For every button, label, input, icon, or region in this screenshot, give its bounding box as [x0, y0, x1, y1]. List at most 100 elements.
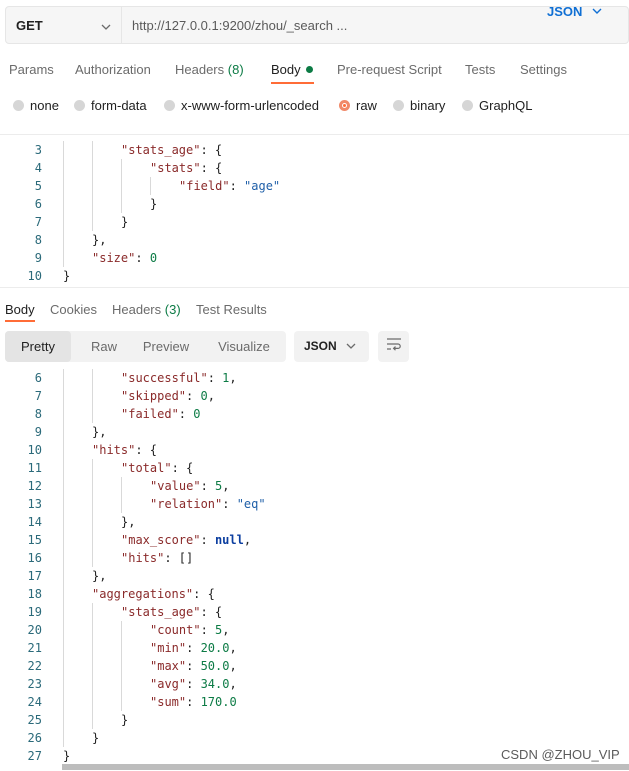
indent-guide	[92, 531, 93, 549]
view-visualize[interactable]: Visualize	[203, 331, 285, 362]
code-text: "max_score": null,	[121, 533, 252, 547]
code-line: 19 "stats_age": {	[0, 603, 629, 621]
indent-guide	[92, 477, 93, 495]
radio-raw[interactable]: raw	[339, 98, 377, 113]
line-number: 8	[34, 407, 42, 421]
tab-authorization[interactable]: Authorization	[75, 62, 151, 77]
code-text: "value": 5,	[150, 479, 230, 493]
code-text: "relation": "eq"	[150, 497, 266, 511]
line-number: 19	[27, 605, 42, 619]
code-line: 12 "value": 5,	[0, 477, 629, 495]
indent-guide	[63, 477, 64, 495]
tab-params[interactable]: Params	[9, 62, 54, 77]
code-line: 16 "hits": []	[0, 549, 629, 567]
indent-guide	[63, 177, 64, 195]
line-number: 13	[27, 497, 42, 511]
line-number: 9	[34, 425, 42, 439]
wrap-lines-icon	[386, 337, 402, 356]
code-line: 10}	[0, 267, 629, 285]
url-bar: GET http://127.0.0.1:9200/zhou/_search .…	[5, 6, 629, 44]
line-number: 27	[27, 749, 42, 763]
code-line: 21 "min": 20.0,	[0, 639, 629, 657]
code-line: 11 "total": {	[0, 459, 629, 477]
indent-guide	[92, 693, 93, 711]
tab-tests[interactable]: Tests	[465, 62, 495, 77]
indent-guide	[63, 675, 64, 693]
code-text: }	[121, 713, 129, 727]
indent-guide	[92, 603, 93, 621]
line-number: 18	[27, 587, 42, 601]
view-preview[interactable]: Preview	[135, 331, 197, 362]
code-text: },	[92, 569, 107, 583]
url-input[interactable]: http://127.0.0.1:9200/zhou/_search ...	[122, 18, 347, 33]
body-format-select[interactable]: JSON	[547, 4, 582, 19]
code-line: 7}	[0, 213, 629, 231]
view-raw[interactable]: Raw	[75, 331, 133, 362]
radio-graphql[interactable]: GraphQL	[462, 98, 532, 113]
indent-guide	[92, 159, 93, 177]
radio-none[interactable]: none	[13, 98, 59, 113]
indent-guide	[121, 177, 122, 195]
line-number: 8	[34, 233, 42, 247]
line-number: 3	[34, 143, 42, 157]
code-text: }	[63, 749, 71, 763]
indent-guide	[63, 603, 64, 621]
tab-settings[interactable]: Settings	[520, 62, 567, 77]
code-line: 5 "field": "age"	[0, 177, 629, 195]
code-text: "min": 20.0,	[150, 641, 237, 655]
horizontal-scrollbar[interactable]	[62, 764, 629, 770]
chevron-down-icon	[101, 18, 111, 33]
resp-headers-count: (3)	[164, 302, 181, 317]
indent-guide	[63, 639, 64, 657]
resp-tab-headers[interactable]: Headers (3)	[112, 302, 181, 317]
line-number: 16	[27, 551, 42, 565]
code-line: 7 "skipped": 0,	[0, 387, 629, 405]
code-text: "stats_age": {	[121, 605, 223, 619]
indent-guide	[63, 513, 64, 531]
indent-guide	[121, 621, 122, 639]
indent-guide	[92, 459, 93, 477]
tab-pre-request-script[interactable]: Pre-request Script	[337, 62, 442, 77]
indent-guide	[63, 249, 64, 267]
view-pretty[interactable]: Pretty	[5, 331, 71, 362]
indent-guide	[121, 693, 122, 711]
tab-body[interactable]: Body	[271, 62, 313, 77]
wrap-lines-button[interactable]	[378, 331, 409, 362]
indent-guide	[63, 405, 64, 423]
line-number: 26	[27, 731, 42, 745]
code-line: 23 "avg": 34.0,	[0, 675, 629, 693]
line-number: 25	[27, 713, 42, 727]
indent-guide	[92, 369, 93, 387]
line-number: 23	[27, 677, 42, 691]
radio-x-www-form-urlencoded[interactable]: x-www-form-urlencoded	[164, 98, 319, 113]
indent-guide	[92, 639, 93, 657]
indent-guide	[63, 459, 64, 477]
response-format-select[interactable]: JSON	[294, 331, 369, 362]
indent-guide	[63, 195, 64, 213]
response-body-viewer[interactable]: 6 "successful": 1, 7 "skipped": 0, 8 "failed"…	[0, 369, 629, 771]
chevron-down-icon[interactable]	[592, 5, 602, 17]
code-line: 25}	[0, 711, 629, 729]
code-text: "hits": {	[92, 443, 158, 457]
method-select[interactable]: GET	[6, 7, 122, 43]
tab-headers[interactable]: Headers (8)	[175, 62, 244, 77]
indent-guide	[121, 477, 122, 495]
resp-tab-body[interactable]: Body	[5, 302, 35, 317]
indent-guide	[63, 441, 64, 459]
line-number: 22	[27, 659, 42, 673]
indent-guide	[92, 387, 93, 405]
radio-binary[interactable]: binary	[393, 98, 445, 113]
indent-guide	[121, 639, 122, 657]
request-body-editor[interactable]: 3 "stats_age": {4 "stats": {5 "field": "age…	[0, 134, 629, 288]
resp-tab-cookies[interactable]: Cookies	[50, 302, 97, 317]
radio-form-data[interactable]: form-data	[74, 98, 147, 113]
indent-guide	[92, 711, 93, 729]
indent-guide	[63, 549, 64, 567]
code-line: 17},	[0, 567, 629, 585]
line-number: 20	[27, 623, 42, 637]
code-text: "failed": 0	[121, 407, 201, 421]
code-line: 14},	[0, 513, 629, 531]
line-number: 10	[27, 269, 42, 283]
indent-guide	[92, 657, 93, 675]
resp-tab-test-results[interactable]: Test Results	[196, 302, 267, 317]
